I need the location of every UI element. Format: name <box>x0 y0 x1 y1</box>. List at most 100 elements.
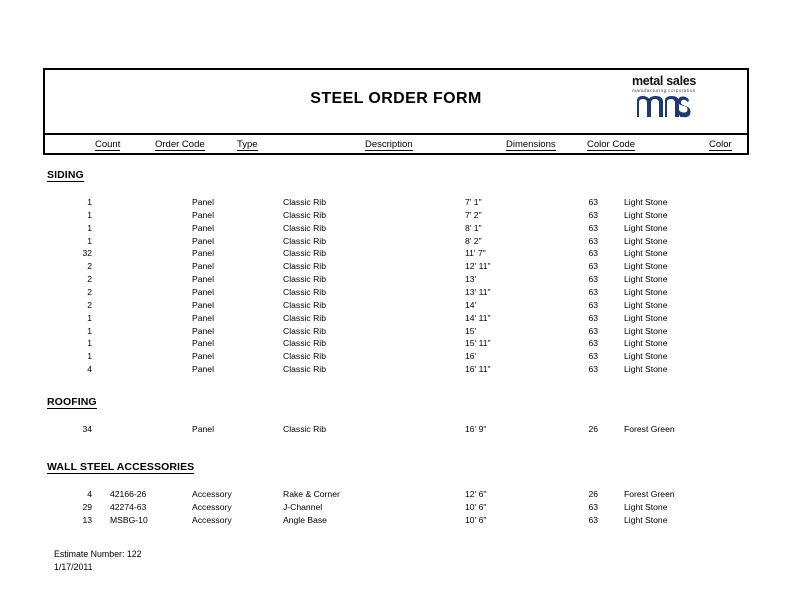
cell-description: Classic Rib <box>283 338 326 349</box>
table-row: 4 Panel Classic Rib 16' 11" 63 Light Stone <box>0 363 792 375</box>
column-header-count: Count <box>95 139 121 151</box>
logo-monogram-icon <box>599 95 729 123</box>
cell-type: Panel <box>192 197 214 207</box>
header-title-area: STEEL ORDER FORM metal sales manufacturi… <box>45 70 747 135</box>
cell-order-code: 42166-26 <box>110 489 147 499</box>
cell-color: Light Stone <box>624 514 668 525</box>
cell-color: Light Stone <box>624 235 668 246</box>
cell-count: 34 <box>82 424 92 434</box>
cell-dimensions: 16' 11" <box>465 364 491 375</box>
cell-color-code: 26 <box>588 424 598 434</box>
cell-description: Classic Rib <box>283 274 326 285</box>
cell-color: Light Stone <box>624 338 668 349</box>
order-form-page: STEEL ORDER FORM metal sales manufacturi… <box>0 0 792 612</box>
table-row: 2 Panel Classic Rib 14' 63 Light Stone <box>0 299 792 311</box>
cell-color: Light Stone <box>624 197 668 207</box>
cell-type: Panel <box>192 338 214 349</box>
cell-count: 29 <box>82 501 92 512</box>
cell-description: Classic Rib <box>283 261 326 272</box>
table-row: 1 Panel Classic Rib 15' 63 Light Stone <box>0 325 792 337</box>
cell-dimensions: 7' 1" <box>465 197 482 207</box>
table-row: 1 Panel Classic Rib 7' 2" 63 Light Stone <box>0 209 792 221</box>
cell-color-code: 26 <box>588 489 598 499</box>
cell-count: 2 <box>87 261 92 272</box>
cell-color-code: 63 <box>588 286 598 297</box>
cell-count: 1 <box>87 235 92 246</box>
cell-color: Light Stone <box>624 261 668 272</box>
company-logo: metal sales manufacturing corporation <box>599 74 729 123</box>
cell-type: Accessory <box>192 489 232 499</box>
cell-dimensions: 14' <box>465 299 477 310</box>
column-header-order-code: Order Code <box>155 139 205 151</box>
section-heading: SIDING <box>47 169 84 182</box>
cell-type: Panel <box>192 209 214 220</box>
cell-color-code: 63 <box>588 338 598 349</box>
cell-color-code: 63 <box>588 299 598 310</box>
cell-count: 4 <box>87 489 92 499</box>
cell-type: Panel <box>192 248 214 259</box>
cell-type: Accessory <box>192 501 232 512</box>
cell-color: Light Stone <box>624 209 668 220</box>
section-heading: ROOFING <box>47 396 97 409</box>
cell-description: Classic Rib <box>283 364 326 375</box>
cell-dimensions: 8' 1" <box>465 222 482 233</box>
cell-type: Panel <box>192 274 214 285</box>
cell-type: Panel <box>192 235 214 246</box>
cell-count: 1 <box>87 209 92 220</box>
table-row: 32 Panel Classic Rib 11' 7" 63 Light Stone <box>0 247 792 259</box>
table-row: 34 Panel Classic Rib 16' 9" 26 Forest Green <box>0 423 792 435</box>
cell-color-code: 63 <box>588 222 598 233</box>
cell-type: Panel <box>192 261 214 272</box>
cell-description: Classic Rib <box>283 424 326 434</box>
cell-dimensions: 16' 9" <box>465 424 487 434</box>
cell-color-code: 63 <box>588 514 598 525</box>
cell-type: Accessory <box>192 514 232 525</box>
cell-description: J-Channel <box>283 501 323 512</box>
table-row: 1 Panel Classic Rib 8' 1" 63 Light Stone <box>0 222 792 234</box>
cell-description: Rake & Corner <box>283 489 340 499</box>
cell-dimensions: 16' <box>465 351 477 362</box>
cell-type: Panel <box>192 351 214 362</box>
cell-color: Light Stone <box>624 248 668 259</box>
cell-description: Classic Rib <box>283 248 326 259</box>
cell-count: 4 <box>87 364 92 375</box>
cell-type: Panel <box>192 325 214 336</box>
cell-description: Classic Rib <box>283 235 326 246</box>
cell-description: Classic Rib <box>283 325 326 336</box>
table-row: 2 Panel Classic Rib 13' 11" 63 Light Stone <box>0 286 792 298</box>
cell-color-code: 63 <box>588 351 598 362</box>
cell-color-code: 63 <box>588 197 598 207</box>
cell-color-code: 63 <box>588 325 598 336</box>
cell-count: 1 <box>87 312 92 323</box>
cell-dimensions: 13' <box>465 274 477 285</box>
cell-description: Classic Rib <box>283 299 326 310</box>
table-row: 29 42274-63 Accessory J-Channel 10' 6" 63 Ligh… <box>0 501 792 513</box>
cell-dimensions: 11' 7" <box>465 248 486 259</box>
cell-count: 1 <box>87 197 92 207</box>
cell-type: Panel <box>192 286 214 297</box>
cell-color-code: 63 <box>588 248 598 259</box>
cell-count: 32 <box>82 248 92 259</box>
table-row: 1 Panel Classic Rib 14' 11" 63 Light Stone <box>0 312 792 324</box>
cell-color-code: 63 <box>588 235 598 246</box>
cell-type: Panel <box>192 299 214 310</box>
column-header-type: Type <box>237 139 258 151</box>
cell-order-code: MSBG-10 <box>110 514 148 525</box>
column-header-color: Color <box>709 139 732 151</box>
cell-color: Light Stone <box>624 312 668 323</box>
cell-color-code: 63 <box>588 261 598 272</box>
cell-count: 13 <box>82 514 92 525</box>
table-row: 4 42166-26 Accessory Rake & Corner 12' 6" 26 F… <box>0 488 792 500</box>
cell-dimensions: 15' 11" <box>465 338 491 349</box>
table-row: 1 Panel Classic Rib 16' 63 Light Stone <box>0 350 792 362</box>
cell-count: 2 <box>87 274 92 285</box>
column-header-dimensions: Dimensions <box>506 139 556 151</box>
estimate-number: Estimate Number: 122 <box>54 549 142 559</box>
cell-type: Panel <box>192 312 214 323</box>
cell-dimensions: 14' 11" <box>465 312 491 323</box>
cell-color-code: 63 <box>588 274 598 285</box>
cell-description: Classic Rib <box>283 312 326 323</box>
cell-dimensions: 13' 11" <box>465 286 491 297</box>
cell-color: Light Stone <box>624 351 668 362</box>
cell-color-code: 63 <box>588 501 598 512</box>
